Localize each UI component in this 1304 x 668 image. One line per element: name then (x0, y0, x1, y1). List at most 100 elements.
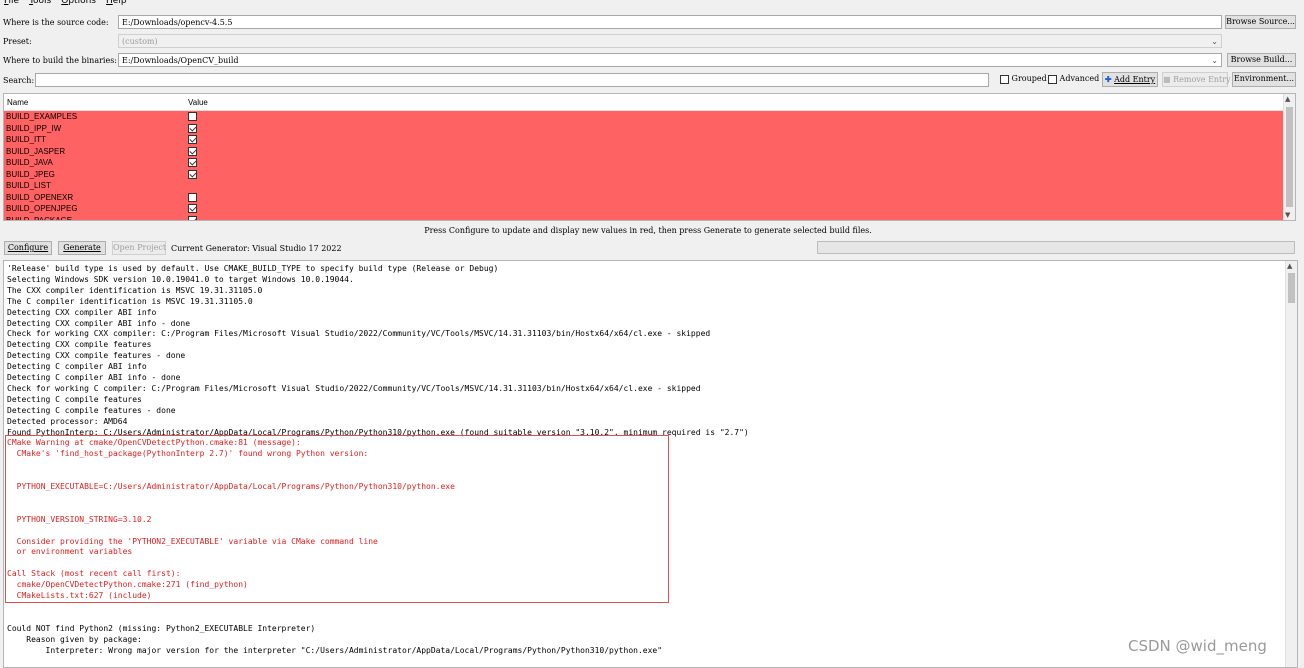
log-line: Check for working CXX compiler: C:/Progr… (7, 329, 711, 339)
table-row[interactable]: BUILD_ITT (4, 134, 1284, 146)
row-name: BUILD_ITT (6, 135, 47, 144)
row-value-checkbox[interactable] (188, 146, 197, 156)
row-value (188, 215, 197, 220)
row-name: BUILD_JASPER (6, 146, 66, 156)
row-value-checkbox[interactable] (188, 169, 197, 179)
row-value-checkbox[interactable] (188, 192, 197, 202)
row-value-checkbox[interactable] (188, 135, 197, 145)
log-line: Could NOT find Python2 (missing: Python2… (7, 623, 316, 633)
row-value-checkbox[interactable] (188, 112, 197, 122)
build-path-value: E:/Downloads/OpenCV_build (122, 56, 239, 65)
scroll-down-icon[interactable]: ▼ (1285, 211, 1290, 219)
table-row[interactable]: BUILD_IPP_IW (4, 122, 1284, 134)
row-name: BUILD_OPENJPEG (6, 204, 78, 213)
browse-source-button[interactable]: Browse Source... (1225, 15, 1296, 29)
remove-icon: ■ (1163, 74, 1171, 84)
log-line: Detecting C compiler ABI info (7, 362, 147, 372)
preset-select: (custom) ⌄ (118, 34, 1222, 48)
table-row[interactable]: BUILD_LIST (4, 180, 1284, 192)
table-row[interactable]: BUILD_JAVA (4, 157, 1284, 169)
column-name-header[interactable]: Name (7, 98, 28, 107)
chevron-down-icon: ⌄ (1211, 37, 1218, 46)
scroll-thumb[interactable] (1288, 273, 1295, 303)
table-row[interactable]: BUILD_JASPER (4, 145, 1284, 157)
menu-file[interactable]: File (0, 0, 25, 6)
log-line: Check for working C compiler: C:/Program… (7, 383, 701, 393)
grouped-checkbox[interactable]: Grouped (1000, 74, 1047, 84)
table-row[interactable]: BUILD_JPEG (4, 168, 1284, 180)
source-label: Where is the source code: (3, 18, 109, 27)
log-line: The CXX compiler identification is MSVC … (7, 285, 263, 295)
configure-button[interactable]: Configure (4, 241, 52, 255)
search-label: Search: (3, 76, 35, 85)
log-line: Detected processor: AMD64 (7, 416, 128, 426)
table-header: Name Value (4, 94, 1295, 111)
browse-build-button[interactable]: Browse Build... (1227, 53, 1296, 67)
preset-value: (custom) (122, 37, 158, 46)
log-line: The C compiler identification is MSVC 19… (7, 296, 253, 306)
log-line: Detecting C compile features - done (7, 405, 176, 415)
scroll-thumb[interactable] (1286, 107, 1293, 207)
row-value (188, 204, 197, 214)
warning-highlight-box (5, 435, 669, 603)
log-line: Detecting CXX compile features - done (7, 351, 186, 361)
log-line: Detecting C compile features (7, 394, 142, 404)
row-name: BUILD_OPENEXR (6, 192, 74, 202)
row-value (188, 146, 197, 156)
progress-bar (817, 241, 1295, 254)
generate-button[interactable]: Generate (58, 241, 106, 255)
table-row[interactable]: BUILD_PACKAGE (4, 214, 1284, 221)
advanced-checkbox[interactable]: Advanced (1048, 74, 1099, 84)
search-input[interactable] (35, 73, 989, 87)
log-line: Reason given by package: (7, 634, 142, 644)
table-row[interactable]: BUILD_EXAMPLES (4, 111, 1284, 123)
row-value (188, 158, 197, 168)
row-value (188, 112, 197, 122)
build-label: Where to build the binaries: (3, 56, 118, 65)
table-row[interactable]: BUILD_OPENEXR (4, 191, 1284, 203)
source-path-input[interactable]: E:/Downloads/opencv-4.5.5 (118, 15, 1222, 29)
cache-table: Name Value BUILD_EXAMPLES BUILD_IPP_IW BUI… (3, 93, 1296, 221)
build-path-select[interactable]: E:/Downloads/OpenCV_build ⌄ (118, 53, 1222, 67)
row-value-checkbox[interactable] (188, 123, 197, 133)
open-project-button[interactable]: Open Project (112, 241, 166, 255)
log-line: Detecting CXX compile features (7, 340, 152, 350)
scroll-up-icon[interactable]: ▲ (1285, 95, 1290, 103)
menu-tools[interactable]: Tools (25, 0, 57, 6)
row-value (188, 123, 197, 133)
row-value (188, 192, 197, 202)
menu-bar: File Tools Options Help (0, 0, 1304, 12)
row-value-checkbox[interactable] (188, 215, 197, 220)
grouped-check-icon[interactable] (1000, 74, 1009, 84)
row-name: BUILD_JPEG (6, 169, 55, 179)
row-name: BUILD_PACKAGE (6, 215, 73, 221)
output-log[interactable]: 'Release' build type is used by default.… (3, 260, 1298, 668)
log-line: Detecting CXX compiler ABI info (7, 307, 157, 317)
environment-button[interactable]: Environment... (1232, 72, 1296, 87)
row-name: BUILD_IPP_IW (6, 123, 62, 133)
row-name: BUILD_JAVA (6, 158, 53, 167)
output-scrollbar[interactable]: ▲ (1285, 261, 1297, 667)
table-scrollbar[interactable]: ▲ ▼ (1283, 94, 1295, 220)
column-value-header[interactable]: Value (188, 98, 208, 107)
row-value (188, 169, 197, 179)
table-row[interactable]: BUILD_OPENJPEG (4, 203, 1284, 215)
preset-label: Preset: (3, 37, 32, 46)
menu-help[interactable]: Help (102, 0, 133, 6)
log-line: Selecting Windows SDK version 10.0.19041… (7, 274, 354, 284)
current-generator: Current Generator: Visual Studio 17 2022 (171, 244, 342, 253)
chevron-down-icon[interactable]: ⌄ (1211, 56, 1218, 65)
row-value-checkbox[interactable] (188, 204, 197, 214)
add-entry-button[interactable]: ✚ Add Entry (1102, 72, 1158, 87)
log-line: 'Release' build type is used by default.… (7, 264, 499, 273)
log-line: Interpreter: Wrong major version for the… (7, 645, 663, 655)
row-value-checkbox[interactable] (188, 158, 197, 168)
row-name: BUILD_LIST (6, 181, 51, 190)
remove-entry-button[interactable]: ■ Remove Entry (1162, 72, 1231, 87)
plus-icon: ✚ (1104, 74, 1112, 84)
scroll-up-icon[interactable]: ▲ (1287, 262, 1292, 270)
watermark-text: CSDN @wid_meng (1128, 637, 1267, 655)
advanced-check-icon[interactable] (1048, 74, 1057, 84)
row-name: BUILD_EXAMPLES (6, 112, 78, 121)
menu-options[interactable]: Options (57, 0, 102, 6)
